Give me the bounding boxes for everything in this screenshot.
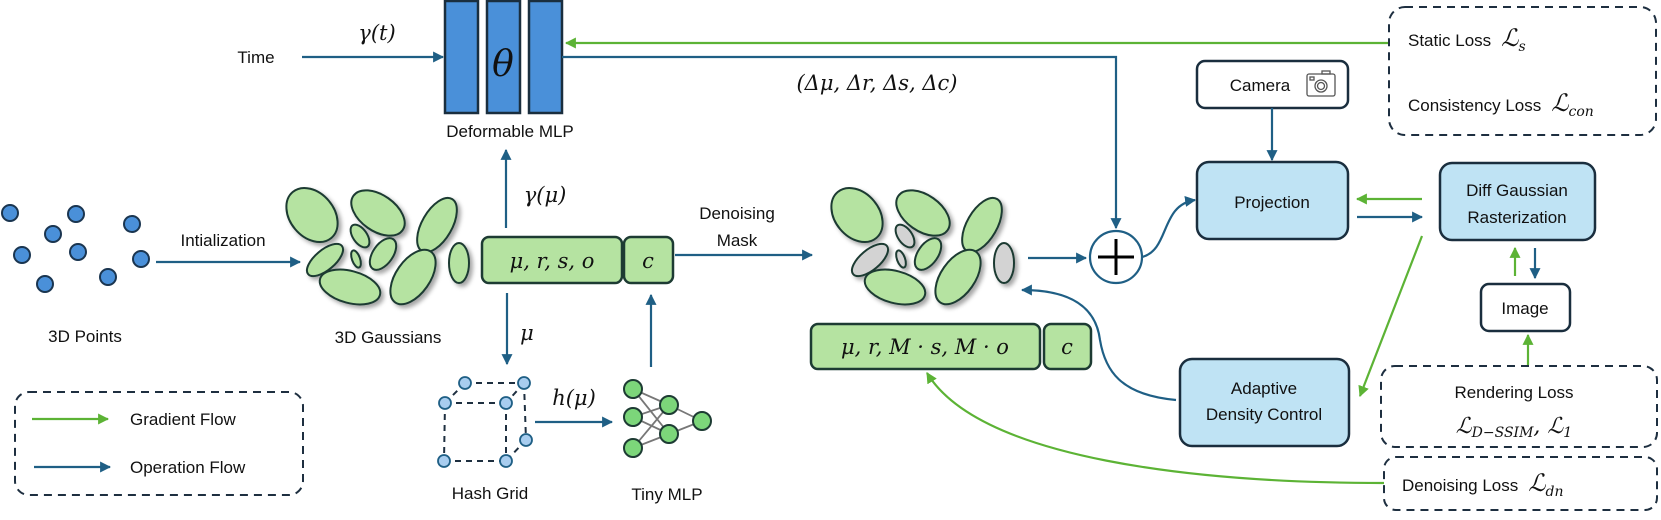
image-label: Image [1501, 299, 1548, 318]
deformable-mlp-label: Deformable MLP [446, 122, 574, 141]
hash-grid-icon [437, 376, 533, 468]
projection-label: Projection [1234, 193, 1310, 212]
plus-operator [1088, 229, 1144, 285]
camera-label: Camera [1230, 76, 1291, 95]
adaptive-density-control-box [1178, 357, 1351, 448]
adc-label-1: Adaptive [1231, 379, 1297, 398]
denoising-mask-label-1: Denoising [699, 204, 775, 223]
raster-to-adc-gradient [1358, 235, 1424, 398]
legend-gradient-label: Gradient Flow [130, 410, 237, 429]
3d-points [1, 204, 150, 293]
3d-gaussians-label: 3D Gaussians [335, 328, 442, 347]
tiny-mlp-label: Tiny MLP [631, 485, 702, 504]
masked-color-label: c [1061, 335, 1073, 359]
h-mu-label: h(μ) [552, 386, 596, 410]
hash-grid-label: Hash Grid [452, 484, 529, 503]
rendering-loss-label: Rendering Loss [1454, 383, 1573, 402]
masked-gaussians [830, 187, 1015, 306]
initialization-label: Intialization [180, 231, 265, 250]
plus-to-projection-arrow [1141, 195, 1197, 259]
3d-gaussians [285, 187, 470, 306]
static-loss: Static Loss ℒs [1408, 24, 1526, 55]
regularization-loss-box [1388, 6, 1657, 136]
denoising-loss: Denoising Loss ℒdn [1402, 469, 1564, 500]
gamma-t-label: γ(t) [358, 21, 395, 45]
rasterization-label-2: Rasterization [1467, 208, 1566, 227]
consistency-loss: Consistency Loss ℒcon [1408, 89, 1594, 120]
3d-points-label: 3D Points [48, 327, 122, 346]
rasterization-box [1438, 161, 1597, 242]
rendering-loss-terms: ℒD−SSIM, ℒ1 [1456, 414, 1572, 441]
color-attribute-label: c [642, 249, 654, 273]
pipeline-diagram: 3D Points Intialization 3D Gaussians Tim… [1, 0, 1658, 511]
adc-label-2: Density Control [1206, 405, 1322, 424]
legend: Gradient Flow Operation Flow [14, 391, 304, 496]
legend-operation-label: Operation Flow [130, 458, 246, 477]
deltas-label: (Δμ, Δr, Δs, Δc) [796, 71, 957, 95]
gamma-mu-label: γ(μ) [524, 183, 567, 207]
gaussian-attributes-label: μ, r, s, o [510, 249, 595, 273]
theta-label: θ [492, 44, 514, 85]
time-label: Time [237, 48, 274, 67]
rasterization-label-1: Diff Gaussian [1466, 181, 1568, 200]
masked-attributes-label: μ, r, M · s, M · o [841, 335, 1009, 359]
mu-label: μ [520, 321, 534, 345]
denoising-mask-label-2: Mask [717, 231, 758, 250]
tiny-mlp-icon [623, 379, 712, 458]
